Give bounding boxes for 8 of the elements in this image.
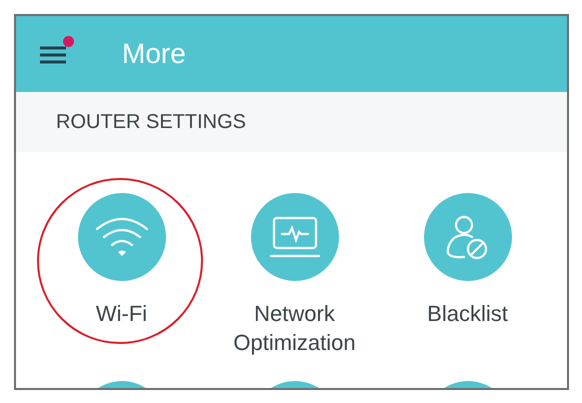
- page-title: More: [122, 37, 186, 71]
- setting-label: Network Optimization: [232, 300, 357, 357]
- wifi-icon: [94, 215, 150, 259]
- monitor-pulse-icon: [270, 216, 320, 258]
- setting-label: Wi-Fi: [96, 300, 148, 328]
- menu-button[interactable]: [40, 36, 74, 66]
- section-title: ROUTER SETTINGS: [56, 110, 246, 135]
- setting-label: Blacklist: [427, 300, 508, 328]
